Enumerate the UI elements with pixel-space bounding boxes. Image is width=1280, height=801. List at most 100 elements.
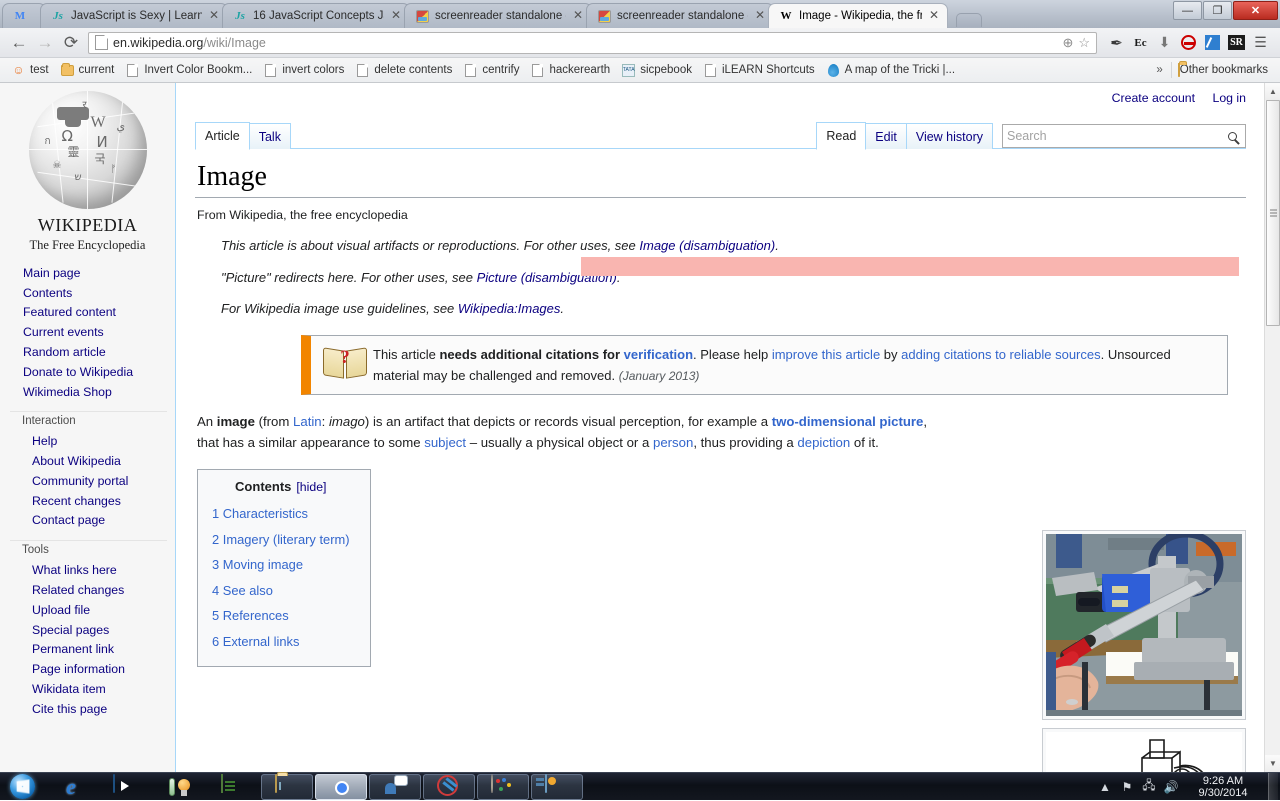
sidebar-item-donate-to-wikipedia[interactable]: Donate to Wikipedia: [10, 362, 175, 382]
bookmark-a-map-of-the-tricki[interactable]: A map of the Tricki |...: [821, 61, 961, 80]
sidebar-item-featured-content[interactable]: Featured content: [10, 303, 175, 323]
depiction-link[interactable]: depiction: [797, 435, 850, 450]
sidebar-item-related-changes[interactable]: Related changes: [10, 580, 175, 600]
sidebar-item-upload-file[interactable]: Upload file: [10, 600, 175, 620]
sidebar-item-cite-this-page[interactable]: Cite this page: [10, 699, 175, 719]
toc-link-moving-image[interactable]: 3 Moving image: [212, 557, 303, 572]
download-extension-icon[interactable]: ⬇: [1156, 34, 1173, 51]
sr-screenreader-icon[interactable]: SR: [1228, 34, 1245, 51]
control-panel-icon[interactable]: [531, 773, 583, 800]
other-bookmarks-folder[interactable]: Other bookmarks: [1170, 62, 1274, 78]
adding-citations-link[interactable]: adding citations to reliable sources: [901, 347, 1100, 362]
action-center-flag-icon[interactable]: ⚑: [1116, 780, 1138, 794]
tab-close-icon[interactable]: ✕: [207, 9, 221, 23]
bookmark-hackerearth[interactable]: hackerearth: [525, 61, 616, 80]
sidebar-item-contents[interactable]: Contents: [10, 283, 175, 303]
zoom-icon[interactable]: ⊕: [1062, 35, 1073, 51]
messenger-person-icon[interactable]: [369, 773, 421, 800]
tab-close-icon[interactable]: ✕: [753, 9, 767, 23]
clock[interactable]: 9:26 AM 9/30/2014: [1182, 775, 1264, 799]
google-chrome-icon[interactable]: [315, 773, 367, 800]
toc-link-characteristics[interactable]: 1 Characteristics: [212, 506, 308, 521]
sidebar-item-current-events[interactable]: Current events: [10, 322, 175, 342]
sidebar-item-recent-changes[interactable]: Recent changes: [10, 491, 175, 511]
scroll-down-arrow-icon[interactable]: ▼: [1265, 755, 1280, 772]
bookmark-test[interactable]: ☺ test: [6, 61, 55, 80]
tab-edit[interactable]: Edit: [865, 122, 907, 149]
snipping-tool-icon[interactable]: [423, 773, 475, 800]
verification-link[interactable]: verification: [624, 347, 693, 362]
windows-media-player-icon[interactable]: [99, 773, 151, 800]
tab-talk[interactable]: Talk: [248, 122, 291, 149]
bookmarks-overflow-button[interactable]: »: [1156, 64, 1170, 76]
log-in-link[interactable]: Log in: [1212, 91, 1246, 105]
create-account-link[interactable]: Create account: [1112, 91, 1195, 105]
search-icon[interactable]: [1221, 129, 1245, 144]
paint-palette-icon[interactable]: [477, 773, 529, 800]
show-desktop-button[interactable]: [1268, 772, 1278, 801]
minimize-button[interactable]: —: [1173, 1, 1202, 20]
bookmark-current[interactable]: current: [55, 61, 121, 80]
sidebar-item-contact-page[interactable]: Contact page: [10, 511, 175, 531]
search-box[interactable]: [1002, 124, 1246, 148]
tab-read[interactable]: Read: [816, 121, 867, 150]
browser-tab-image-wikipedia[interactable]: W Image - Wikipedia, the fre ✕: [768, 3, 948, 28]
adblock-stop-icon[interactable]: [1180, 34, 1197, 51]
address-bar[interactable]: en.wikipedia.org/wiki/Image ⊕ ☆: [88, 31, 1097, 54]
maximize-button[interactable]: ❐: [1203, 1, 1232, 20]
sidebar-item-help[interactable]: Help: [10, 431, 175, 451]
volume-icon[interactable]: 🔊: [1160, 780, 1182, 794]
tab-close-icon[interactable]: ✕: [927, 9, 941, 23]
subject-link[interactable]: subject: [424, 435, 466, 450]
tab-close-icon[interactable]: ✕: [389, 9, 403, 23]
tab-article[interactable]: Article: [195, 121, 250, 150]
thermometer-bulb-icon[interactable]: [153, 774, 205, 800]
person-link[interactable]: person: [653, 435, 693, 450]
tab-view-history[interactable]: View history: [905, 122, 993, 149]
back-arrow-icon[interactable]: ←: [6, 31, 32, 55]
bookmark-star-icon[interactable]: ☆: [1078, 35, 1090, 51]
browser-tab-screenreader-standalone-1[interactable]: screenreader standalone - ✕: [404, 3, 592, 28]
tray-overflow-icon[interactable]: ▲: [1094, 780, 1116, 794]
wikipedia-logo[interactable]: W Ω И 靈 국 ي ก र ☠ ᚠ ש WIKIPEDIA The Free…: [8, 91, 168, 252]
sidebar-item-community-portal[interactable]: Community portal: [10, 471, 175, 491]
toc-hide-toggle[interactable]: [hide]: [296, 480, 326, 494]
sidebar-item-permanent-link[interactable]: Permanent link: [10, 640, 175, 660]
browser-tab-16-javascript-concepts[interactable]: Js 16 JavaScript Concepts Jav ✕: [222, 3, 410, 28]
search-input[interactable]: [1003, 129, 1221, 143]
sidebar-item-page-information[interactable]: Page information: [10, 659, 175, 679]
improve-this-article-link[interactable]: improve this article: [772, 347, 880, 362]
wikipedia-images-link[interactable]: Wikipedia:Images: [458, 301, 560, 316]
ec-extension-icon[interactable]: Ec: [1132, 34, 1149, 51]
image-disambiguation-link[interactable]: Image (disambiguation): [639, 238, 775, 253]
sidebar-item-random-article[interactable]: Random article: [10, 342, 175, 362]
sidebar-item-special-pages[interactable]: Special pages: [10, 620, 175, 640]
sidebar-item-what-links-here[interactable]: What links here: [10, 560, 175, 580]
internet-explorer-icon[interactable]: e: [45, 774, 97, 800]
notepad-plus-icon[interactable]: [207, 773, 259, 800]
sidebar-item-wikidata-item[interactable]: Wikidata item: [10, 679, 175, 699]
tab-close-icon[interactable]: ✕: [571, 9, 585, 23]
windows-explorer-icon[interactable]: [261, 773, 313, 800]
network-icon[interactable]: 🖧: [1138, 776, 1160, 797]
bookmark-invert-colors[interactable]: invert colors: [258, 61, 350, 80]
toc-link-references[interactable]: 5 References: [212, 608, 289, 623]
thumbnail-arbor-press-photo[interactable]: [1042, 530, 1246, 720]
pen-extension-icon[interactable]: ✒: [1108, 34, 1125, 52]
windows-start-orb-icon[interactable]: [0, 773, 44, 800]
sidebar-item-main-page[interactable]: Main page: [10, 263, 175, 283]
toc-link-imagery[interactable]: 2 Imagery (literary term): [212, 532, 350, 547]
bookmark-invert-color-bookm[interactable]: Invert Color Bookm...: [120, 61, 258, 80]
scrollbar-thumb[interactable]: [1266, 100, 1280, 326]
bookmark-centrify[interactable]: centrify: [458, 61, 525, 80]
sidebar-item-about-wikipedia[interactable]: About Wikipedia: [10, 451, 175, 471]
latin-link[interactable]: Latin: [293, 414, 322, 429]
thumbnail-arbor-press-drawing[interactable]: [1042, 728, 1246, 772]
toc-link-see-also[interactable]: 4 See also: [212, 583, 273, 598]
browser-tab-javascript-is-sexy[interactable]: Js JavaScript is Sexy | Learn n ✕: [40, 3, 228, 28]
page-scrollbar-vertical[interactable]: ▲ ▼: [1264, 83, 1280, 772]
scroll-up-arrow-icon[interactable]: ▲: [1265, 83, 1280, 100]
two-dimensional-picture-link[interactable]: two-dimensional picture: [772, 414, 924, 429]
page-info-icon[interactable]: [95, 35, 108, 50]
bookmark-ilearn-shortcuts[interactable]: iLEARN Shortcuts: [698, 61, 821, 80]
